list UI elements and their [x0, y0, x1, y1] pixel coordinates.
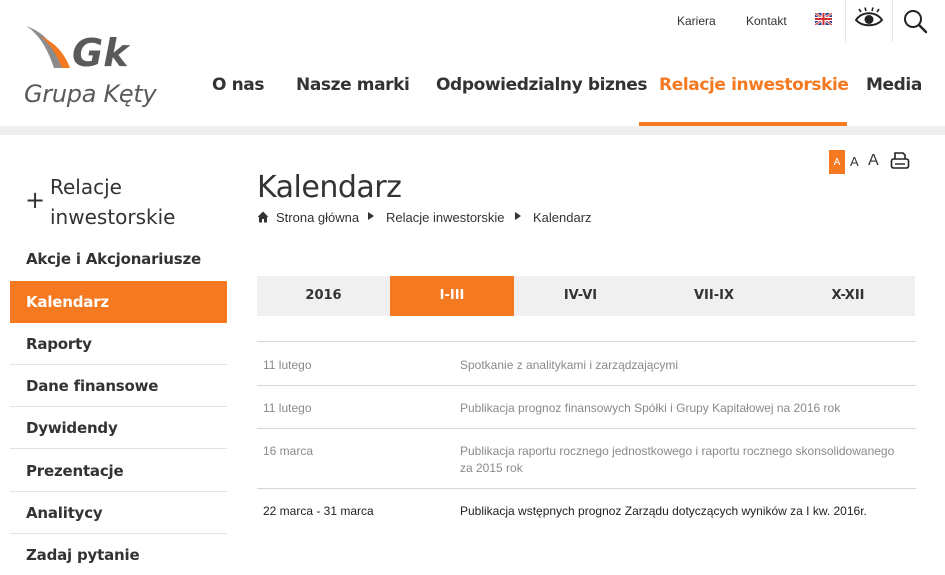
eye-icon[interactable]: [854, 7, 884, 31]
font-size-large-button[interactable]: A: [868, 152, 879, 170]
tab-q1[interactable]: I-III: [390, 276, 514, 316]
sidebar-item-shares[interactable]: Akcje i Akcjonariusze: [10, 238, 227, 280]
font-size-small-button[interactable]: A: [829, 150, 845, 174]
plus-icon: +: [25, 186, 46, 214]
breadcrumb-separator-icon: [515, 212, 521, 220]
nav-responsible-business[interactable]: Odpowiedzialny biznes: [436, 75, 647, 95]
careers-link[interactable]: Kariera: [677, 14, 716, 28]
utility-divider: [892, 0, 893, 42]
event-date[interactable]: 11 lutego: [263, 358, 312, 372]
breadcrumb-investor-relations[interactable]: Relacje inwestorskie: [386, 210, 505, 225]
breadcrumb-separator-icon: [368, 212, 374, 220]
sidebar-item-calendar[interactable]: Kalendarz: [10, 281, 227, 323]
home-icon[interactable]: [257, 211, 269, 223]
sidebar-item-dividends[interactable]: Dywidendy: [10, 407, 227, 449]
event-date[interactable]: 16 marca: [263, 444, 313, 458]
tab-q2[interactable]: IV-VI: [514, 276, 647, 316]
nav-brands[interactable]: Nasze marki: [296, 75, 410, 95]
sidebar-item-reports[interactable]: Raporty: [10, 323, 227, 365]
logo-mark-text: Gk: [72, 31, 131, 75]
breadcrumb-home[interactable]: Strona główna: [276, 210, 359, 225]
logo-text: Grupa Kęty: [24, 80, 157, 108]
tab-q3[interactable]: VII-IX: [647, 276, 781, 316]
uk-flag-icon[interactable]: [815, 13, 832, 25]
site-header: Gk Grupa Kęty Kariera Kontakt O nas Nasz…: [0, 0, 945, 126]
event-row: 11 lutego Publikacja prognoz finansowych…: [257, 385, 916, 428]
event-row: 16 marca Publikacja raportu rocznego jed…: [257, 428, 916, 488]
header-band: [0, 126, 945, 135]
event-description[interactable]: Spotkanie z analitykami i zarządzającymi: [460, 357, 910, 374]
event-description[interactable]: Publikacja raportu rocznego jednostkoweg…: [460, 443, 910, 477]
sidebar-item-financial-data[interactable]: Dane finansowe: [10, 365, 227, 407]
breadcrumb-current: Kalendarz: [533, 210, 592, 225]
nav-investor-relations[interactable]: Relacje inwestorskie: [659, 75, 849, 95]
period-tabs: 2016 I-III IV-VI VII-IX X-XII: [257, 276, 915, 316]
tab-2016[interactable]: 2016: [257, 276, 390, 316]
event-description[interactable]: Publikacja wstępnych prognoz Zarządu dot…: [460, 503, 910, 520]
logo[interactable]: Gk Grupa Kęty: [22, 22, 172, 114]
event-date[interactable]: 22 marca - 31 marca: [263, 504, 374, 518]
search-icon[interactable]: [902, 8, 928, 34]
nav-about[interactable]: O nas: [212, 75, 264, 95]
contact-link[interactable]: Kontakt: [746, 14, 787, 28]
sidebar-item-presentations[interactable]: Prezentacje: [10, 450, 227, 492]
font-size-medium-button[interactable]: A: [850, 154, 859, 169]
nav-media[interactable]: Media: [866, 75, 922, 95]
tab-q4[interactable]: X-XII: [781, 276, 915, 316]
event-row: 11 lutego Spotkanie z analitykami i zarz…: [257, 341, 916, 385]
event-row: 22 marca - 31 marca Publikacja wstępnych…: [257, 488, 916, 532]
page-title: Kalendarz: [257, 170, 402, 205]
logo-mark-icon: Gk: [26, 26, 131, 75]
print-icon[interactable]: [890, 151, 910, 171]
event-description[interactable]: Publikacja prognoz finansowych Spółki i …: [460, 400, 910, 417]
event-date[interactable]: 11 lutego: [263, 401, 312, 415]
sidebar-item-ask-question[interactable]: Zadaj pytanie: [10, 534, 227, 575]
utility-divider: [845, 0, 846, 42]
sidebar-item-analysts[interactable]: Analitycy: [10, 492, 227, 534]
sidebar-title-text: Relacje inwestorskie: [50, 175, 176, 229]
